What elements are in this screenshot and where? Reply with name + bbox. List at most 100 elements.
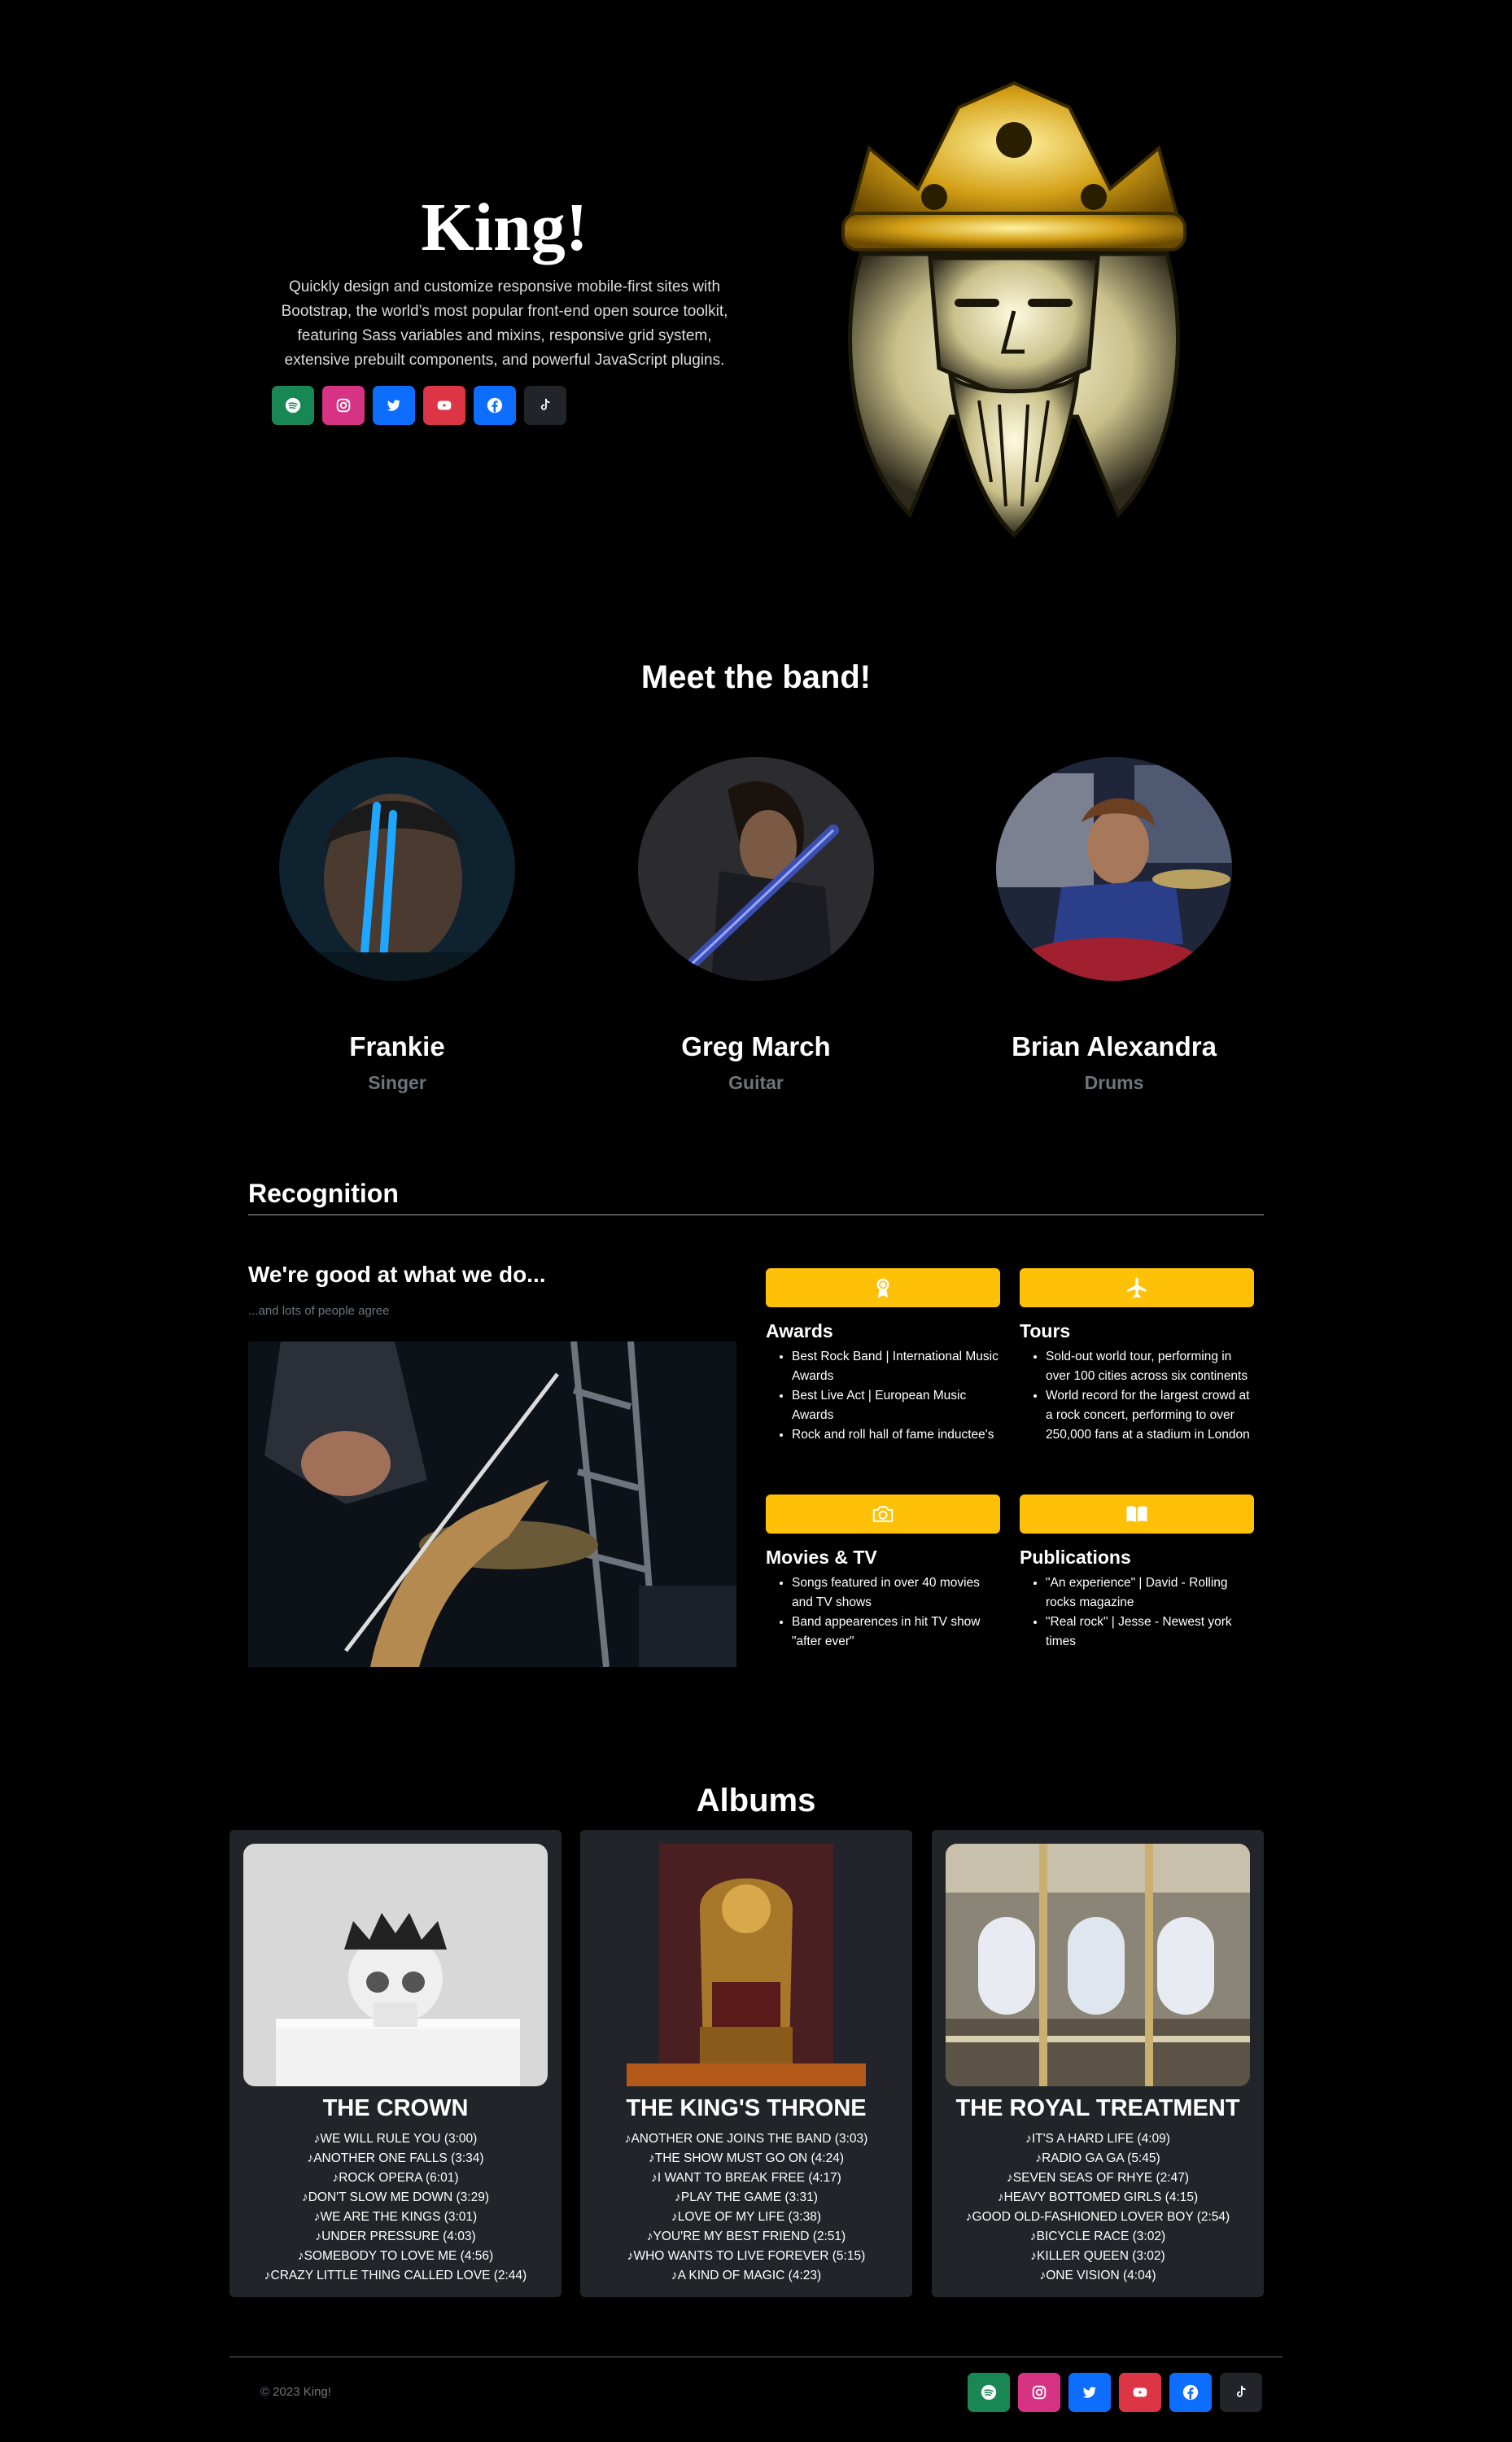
album-card: THE ROYAL TREATMENT IT'S A HARD LIFE (4:…	[932, 1830, 1264, 2297]
track-item: YOU'RE MY BEST FRIEND (2:51)	[580, 2227, 912, 2247]
track-item: GOOD OLD-FASHIONED LOVER BOY (2:54)	[932, 2208, 1264, 2227]
facebook-button[interactable]	[474, 386, 516, 425]
footer-social-links	[968, 2373, 1262, 2412]
feature-list-item: "Real rock" | Jesse - Newest york times	[1046, 1613, 1254, 1652]
camera-icon	[872, 1506, 894, 1522]
track-item: CRAZY LITTLE THING CALLED LOVE (2:44)	[229, 2266, 562, 2286]
feature-icon-bar	[766, 1268, 1000, 1307]
feature-movies-tv: Movies & TV Songs featured in over 40 mo…	[766, 1495, 1000, 1652]
member-role: Singer	[368, 1072, 426, 1093]
feature-list-item: "An experience" | David - Rolling rocks …	[1046, 1573, 1254, 1613]
track-item: SOMEBODY TO LOVE ME (4:56)	[229, 2247, 562, 2266]
section-divider	[248, 1214, 1264, 1215]
feature-list-item: Songs featured in over 40 movies and TV …	[792, 1573, 1000, 1613]
feature-title: Awards	[766, 1320, 833, 1341]
track-item: IT'S A HARD LIFE (4:09)	[932, 2129, 1264, 2149]
track-item: SEVEN SEAS OF RHYE (2:47)	[932, 2168, 1264, 2188]
album-cover-crown	[243, 1844, 548, 2086]
feature-icon-bar	[1020, 1268, 1254, 1307]
feature-tours: Tours Sold-out world tour, performing in…	[1020, 1268, 1254, 1445]
band-heading: Meet the band!	[640, 659, 872, 695]
hero-description: Quickly design and customize responsive …	[281, 278, 728, 369]
track-item: UNDER PRESSURE (4:03)	[229, 2227, 562, 2247]
feature-list: Songs featured in over 40 movies and TV …	[766, 1573, 1000, 1652]
track-item: A KIND OF MAGIC (4:23)	[580, 2266, 912, 2286]
footer-youtube-button[interactable]	[1119, 2373, 1161, 2412]
track-item: ANOTHER ONE JOINS THE BAND (3:03)	[580, 2129, 912, 2149]
track-item: ANOTHER ONE FALLS (3:34)	[229, 2149, 562, 2168]
recognition-heading: Recognition	[248, 1179, 399, 1208]
king-illustration	[788, 75, 1240, 547]
album-title: THE CROWN	[322, 2095, 469, 2121]
feature-list: Sold-out world tour, performing in over …	[1020, 1347, 1254, 1445]
feature-title: Tours	[1020, 1320, 1071, 1341]
tiktok-button[interactable]	[524, 386, 566, 425]
member-photo-guitar	[638, 757, 874, 981]
feature-list: Best Rock Band | International Music Awa…	[766, 1347, 1000, 1445]
youtube-icon	[1133, 2387, 1147, 2397]
album-card: THE KING'S THRONE ANOTHER ONE JOINS THE …	[580, 1830, 912, 2297]
twitter-button[interactable]	[373, 386, 415, 425]
hero-title: King!	[421, 190, 588, 265]
spotify-icon	[285, 397, 301, 414]
track-item: DON'T SLOW ME DOWN (3:29)	[229, 2188, 562, 2208]
albums-heading: Albums	[696, 1783, 816, 1818]
twitter-icon	[387, 400, 401, 411]
feature-icon-bar	[1020, 1495, 1254, 1534]
band-member-card: Brian Alexandra Drums	[992, 757, 1236, 1094]
facebook-icon	[487, 397, 503, 414]
album-cover-royal-treatment	[946, 1844, 1250, 2086]
band-member-card: Frankie Singer	[275, 757, 519, 1094]
track-item: KILLER QUEEN (3:02)	[932, 2247, 1264, 2266]
concert-photo	[248, 1341, 736, 1667]
feature-icon-bar	[766, 1495, 1000, 1534]
album-cover-throne	[594, 1844, 898, 2086]
footer-twitter-button[interactable]	[1068, 2373, 1111, 2412]
feature-title: Publications	[1020, 1547, 1131, 1568]
recognition-subheading: We're good at what we do...	[248, 1262, 546, 1287]
track-item: PLAY THE GAME (3:31)	[580, 2188, 912, 2208]
youtube-icon	[437, 400, 452, 410]
spotify-icon	[981, 2384, 997, 2400]
member-photo-drums	[996, 757, 1232, 981]
band-member-card: Greg March Guitar	[634, 757, 878, 1094]
member-name: Frankie	[349, 1031, 445, 1061]
tiktok-icon	[1236, 2385, 1246, 2397]
track-item: BICYCLE RACE (3:02)	[932, 2227, 1264, 2247]
instagram-icon	[336, 398, 351, 413]
footer-spotify-button[interactable]	[968, 2373, 1010, 2412]
hero-social-links	[272, 386, 566, 425]
footer-tiktok-button[interactable]	[1220, 2373, 1262, 2412]
feature-list: "An experience" | David - Rolling rocks …	[1020, 1573, 1254, 1652]
feature-publications: Publications "An experience" | David - R…	[1020, 1495, 1254, 1652]
track-item: RADIO GA GA (5:45)	[932, 2149, 1264, 2168]
footer-instagram-button[interactable]	[1018, 2373, 1060, 2412]
instagram-button[interactable]	[322, 386, 365, 425]
feature-list-item: Band appearences in hit TV show "after e…	[792, 1613, 1000, 1652]
track-item: WE WILL RULE YOU (3:00)	[229, 2129, 562, 2149]
feature-list-item: Rock and roll hall of fame inductee's	[792, 1425, 1000, 1445]
album-title: THE KING'S THRONE	[626, 2095, 867, 2121]
member-name: Brian Alexandra	[1012, 1031, 1217, 1061]
youtube-button[interactable]	[423, 386, 465, 425]
track-item: WHO WANTS TO LIVE FOREVER (5:15)	[580, 2247, 912, 2266]
facebook-icon	[1182, 2384, 1199, 2400]
footer-facebook-button[interactable]	[1169, 2373, 1212, 2412]
feature-list-item: Best Rock Band | International Music Awa…	[792, 1347, 1000, 1386]
tiktok-icon	[540, 398, 550, 410]
book-icon	[1126, 1506, 1147, 1522]
track-item: I WANT TO BREAK FREE (4:17)	[580, 2168, 912, 2188]
track-item: ONE VISION (4:04)	[932, 2266, 1264, 2286]
instagram-icon	[1032, 2385, 1047, 2400]
feature-list-item: Sold-out world tour, performing in over …	[1046, 1347, 1254, 1386]
track-item: LOVE OF MY LIFE (3:38)	[580, 2208, 912, 2227]
album-card: THE CROWN WE WILL RULE YOU (3:00) ANOTHE…	[229, 1830, 562, 2297]
track-item: ROCK OPERA (6:01)	[229, 2168, 562, 2188]
airplane-icon	[1127, 1277, 1147, 1298]
album-title: THE ROYAL TREATMENT	[955, 2095, 1240, 2121]
track-item: THE SHOW MUST GO ON (4:24)	[580, 2149, 912, 2168]
award-icon	[876, 1278, 889, 1298]
feature-list-item: Best Live Act | European Music Awards	[792, 1386, 1000, 1425]
spotify-button[interactable]	[272, 386, 314, 425]
track-item: WE ARE THE KINGS (3:01)	[229, 2208, 562, 2227]
